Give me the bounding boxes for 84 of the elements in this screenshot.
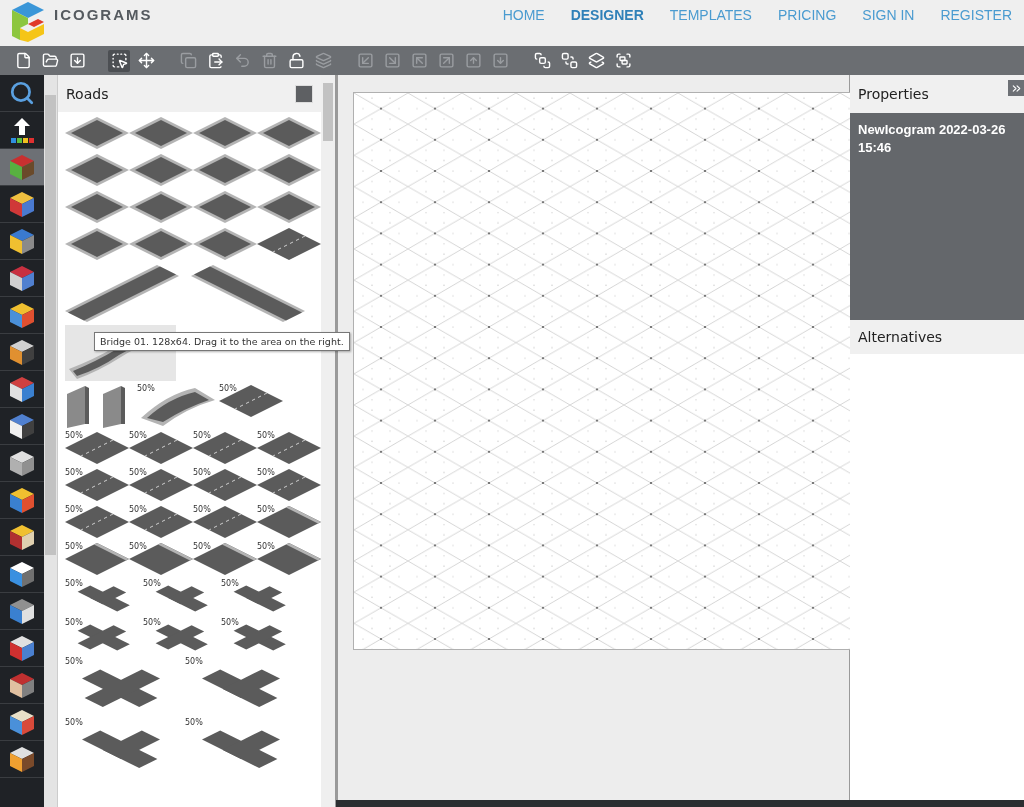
search-icon [9,80,35,106]
scale-label: 50% [221,618,239,627]
isometric-object-icon [7,226,37,256]
scale-label: 50% [221,579,239,588]
unlock-icon [287,52,305,69]
move-tool-icon [137,52,155,69]
panel-title: Roads [66,85,109,102]
bring-forward-icon [587,52,605,69]
scale-label: 50% [185,718,203,727]
isometric-object-icon [7,633,37,663]
collapse-button[interactable] [1008,80,1024,96]
download-icon [68,52,86,69]
scale-label: 50% [65,505,83,514]
scale-label: 50% [219,384,237,393]
scale-label: 50% [65,579,83,588]
scale-label: 50% [129,431,147,440]
bring-to-front-icon [533,52,551,69]
isometric-object-icon [7,670,37,700]
panel-toggle-button[interactable] [295,84,313,103]
scale-label: 50% [185,657,203,666]
align-up-right-icon [437,52,455,69]
scale-label: 50% [129,542,147,551]
scale-label: 50% [257,431,275,440]
send-backward-icon [614,52,632,69]
scale-label: 50% [65,718,83,727]
nav-link[interactable]: TEMPLATES [669,7,752,23]
isometric-object-icon [7,152,37,182]
brand-name: ICOGRAMS [54,6,153,23]
isometric-object-icon [7,744,37,774]
layers-icon [314,52,332,69]
scale-label: 50% [143,579,161,588]
nav-link[interactable]: DESIGNER [570,7,644,23]
tooltip: Bridge 01. 128x64. Drag it to the area on the right. [94,332,350,351]
align-up-left-icon [410,52,428,69]
panel-title: Alternatives [858,329,943,345]
scale-label: 50% [65,618,83,627]
isometric-object-icon [7,596,37,626]
scale-label: 50% [257,505,275,514]
nav-link[interactable]: SIGN IN [862,7,915,23]
scale-label: 50% [193,505,211,514]
panel-title: Properties [858,86,929,102]
align-down-icon [491,52,509,69]
scale-label: 50% [193,468,211,477]
scale-label: 50% [257,542,275,551]
scale-label: 50% [193,542,211,551]
nav-link[interactable]: PRICING [777,7,837,23]
isometric-object-icon [7,300,37,330]
paste-icon [206,52,224,69]
isometric-object-icon [7,189,37,219]
scale-label: 50% [129,505,147,514]
open-folder-icon [41,52,59,69]
scale-label: 50% [137,384,155,393]
align-up-icon [464,52,482,69]
diagram-name: NewIcogram 2022-03-26 15:46 [858,121,1007,157]
scale-label: 50% [129,468,147,477]
scale-label: 50% [65,468,83,477]
select-tool-icon [110,52,128,69]
upload-icon [8,116,36,144]
scale-label: 50% [193,431,211,440]
send-to-back-icon [560,52,578,69]
isometric-object-icon [7,522,37,552]
select-tool-button[interactable] [108,49,130,72]
scale-label: 50% [65,657,83,666]
undo-icon [233,52,251,69]
align-down-left-icon [356,52,374,69]
isometric-object-icon [7,707,37,737]
isometric-object-icon [7,411,37,441]
scale-label: 50% [143,618,161,627]
copy-icon [179,52,197,69]
isometric-object-icon [7,374,37,404]
isometric-object-icon [7,263,37,293]
isometric-object-icon [7,485,37,515]
scale-label: 50% [65,431,83,440]
scrollbar[interactable] [44,75,57,807]
isometric-object-icon [7,337,37,367]
isometric-object-icon [7,559,37,589]
scale-label: 50% [257,468,275,477]
nav-link[interactable]: REGISTER [940,7,1012,23]
isometric-object-icon [7,448,37,478]
new-file-icon [14,52,32,69]
scale-label: 50% [65,542,83,551]
delete-icon [260,52,278,69]
align-down-right-icon [383,52,401,69]
nav-link[interactable]: HOME [502,7,545,23]
